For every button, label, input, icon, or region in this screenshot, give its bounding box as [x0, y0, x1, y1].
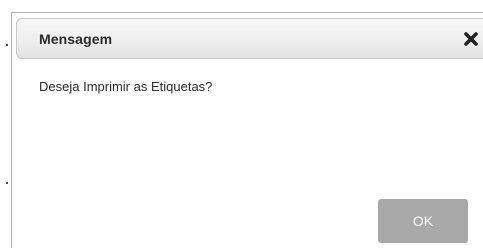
ok-button[interactable]: OK — [378, 199, 468, 243]
dialog-message: Deseja Imprimir as Etiquetas? — [39, 79, 213, 94]
close-icon[interactable] — [460, 28, 482, 50]
dialog-titlebar[interactable]: Mensagem — [16, 18, 483, 59]
dialog-title: Mensagem — [39, 31, 113, 47]
page: Mensagem Deseja Imprimir as Etiquetas? O… — [0, 0, 483, 248]
message-dialog: Mensagem Deseja Imprimir as Etiquetas? O… — [11, 12, 483, 248]
background-edge-mark — [6, 44, 8, 46]
background-edge-mark — [6, 182, 8, 184]
